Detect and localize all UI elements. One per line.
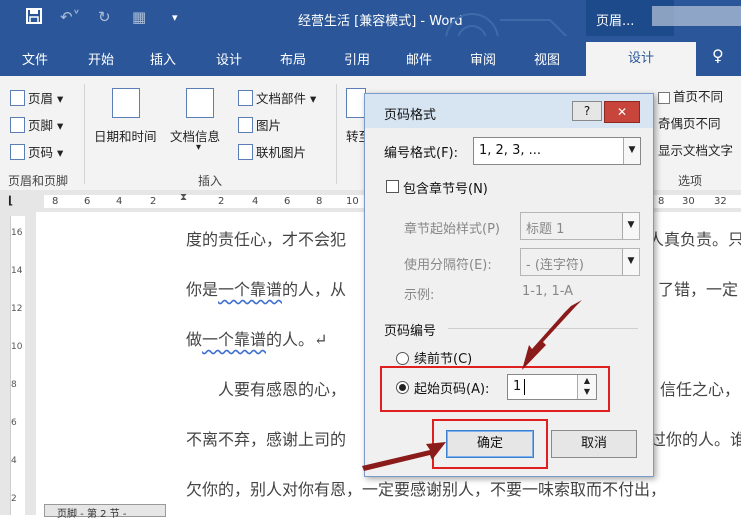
arrow-to-ok — [362, 442, 446, 471]
annotation-arrows — [362, 300, 582, 471]
arrow-to-start-at — [522, 300, 582, 370]
